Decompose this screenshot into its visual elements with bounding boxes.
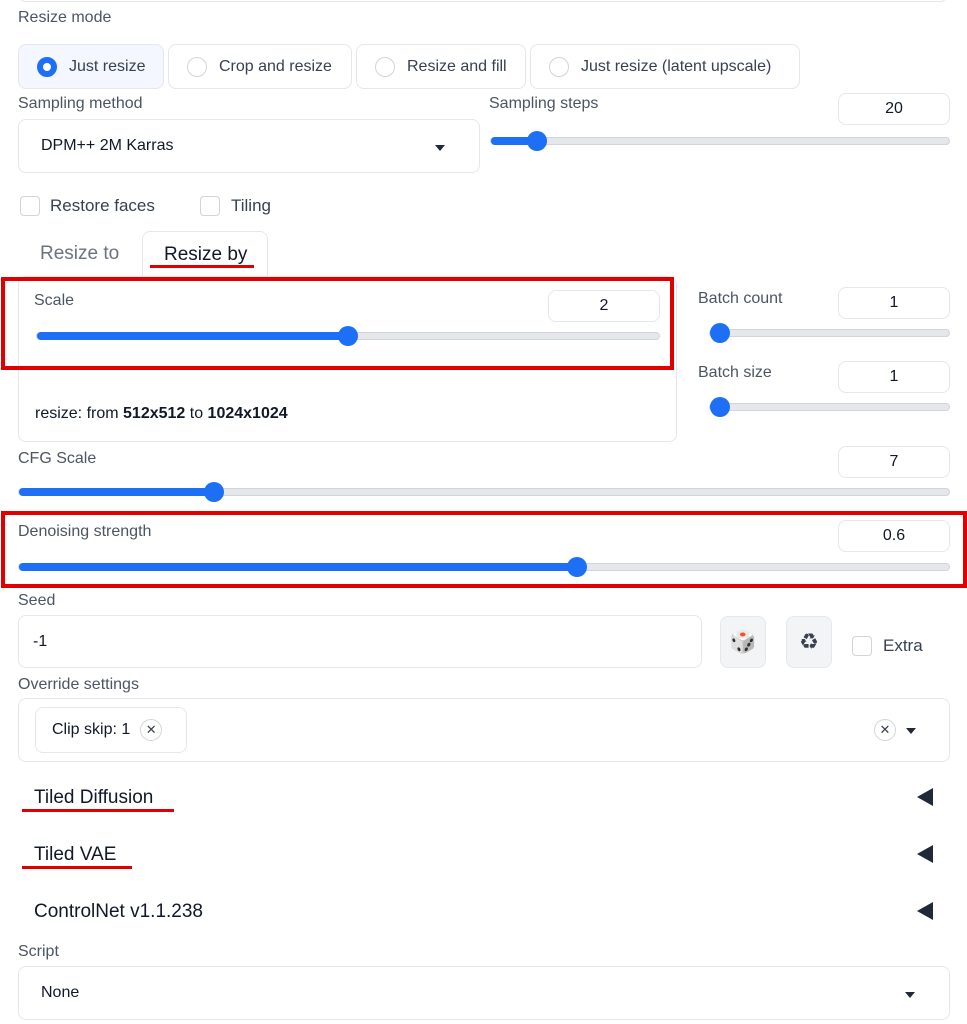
batch-size-slider[interactable] [709,397,950,417]
radio-label: Just resize [69,57,146,75]
resize-info-prefix: resize: from [35,405,124,422]
restore-faces-checkbox[interactable] [20,196,40,216]
sampling-steps-slider[interactable] [490,131,950,151]
denoising-slider[interactable] [18,557,950,577]
resize-info-text: resize: from 512x512 to 1024x1024 [35,405,288,423]
sampling-steps-input[interactable]: 20 [838,93,950,125]
clear-icon[interactable]: ✕ [874,719,896,741]
batch-count-label: Batch count [698,290,783,307]
top-cut-panel [18,0,948,2]
reuse-seed-button[interactable]: ♻ [786,616,832,668]
sampling-steps-label: Sampling steps [489,95,599,112]
collapse-triangle-icon[interactable] [917,902,933,920]
slider-fill [37,332,348,340]
resize-info-mid: to [185,405,208,422]
batch-size-label: Batch size [698,364,772,381]
restore-faces-label: Restore faces [50,196,155,215]
chevron-down-icon[interactable] [906,728,916,734]
slider-fill [19,488,215,496]
resize-mode-label: Resize mode [18,9,112,26]
resize-info-to: 1024x1024 [207,405,288,422]
extra-label: Extra [883,636,923,655]
collapse-triangle-icon[interactable] [917,788,933,806]
random-seed-button[interactable]: 🎲 [720,616,766,668]
tiling-label: Tiling [231,196,271,215]
radio-selected-icon [37,56,57,77]
batch-count-input[interactable]: 1 [838,287,950,319]
annotation-underline [22,809,174,812]
tab-resize-by-label: Resize by [164,244,248,265]
slider-thumb[interactable] [338,326,358,346]
accordion-tiled-vae[interactable]: Tiled VAE [34,844,116,866]
chevron-down-icon [905,992,915,998]
radio-crop-and-resize[interactable]: Crop and resize [168,44,352,89]
radio-label: Just resize (latent upscale) [581,57,772,75]
batch-size-input[interactable]: 1 [838,361,950,393]
override-tag-clip-skip: Clip skip: 1 ✕ [35,707,187,753]
radio-resize-and-fill[interactable]: Resize and fill [356,44,526,89]
script-value: None [41,984,80,1001]
cfg-scale-slider[interactable] [18,482,950,502]
sampling-method-select[interactable]: DPM++ 2M Karras [18,119,480,173]
radio-just-resize[interactable]: Just resize [18,44,164,89]
chevron-down-icon [435,145,445,151]
tab-resize-to[interactable]: Resize to [40,243,119,265]
override-settings-label: Override settings [18,676,139,693]
denoising-input[interactable]: 0.6 [838,520,950,552]
radio-label: Crop and resize [219,57,332,75]
dice-icon: 🎲 [729,629,757,654]
script-label: Script [18,943,59,960]
slider-thumb[interactable] [567,557,587,577]
radio-unselected-icon [187,56,207,77]
scale-slider[interactable] [36,326,660,346]
scale-label: Scale [34,292,75,309]
tiling-checkbox[interactable] [200,196,220,216]
scale-input[interactable]: 2 [548,290,660,322]
slider-fill [19,563,577,571]
radio-label: Resize and fill [407,57,507,75]
annotation-underline [22,866,132,869]
annotation-underline [150,265,254,268]
slider-thumb[interactable] [204,482,225,502]
sampling-method-label: Sampling method [18,95,143,112]
batch-count-slider[interactable] [709,323,950,343]
recycle-icon: ♻ [799,629,819,654]
slider-thumb[interactable] [526,131,547,151]
collapse-triangle-icon[interactable] [917,845,933,863]
extra-checkbox[interactable] [852,636,872,656]
cfg-scale-input[interactable]: 7 [838,446,950,478]
remove-tag-icon[interactable]: ✕ [140,719,163,741]
script-select[interactable]: None [18,966,950,1020]
seed-input[interactable]: -1 [18,615,702,668]
seed-value: -1 [33,632,48,650]
sampling-method-value: DPM++ 2M Karras [41,137,174,154]
accordion-controlnet[interactable]: ControlNet v1.1.238 [34,901,203,923]
denoising-label: Denoising strength [18,523,152,540]
tab-resize-by[interactable]: Resize by [142,231,268,277]
accordion-tiled-diffusion[interactable]: Tiled Diffusion [34,787,153,809]
slider-thumb[interactable] [710,323,730,343]
radio-unselected-icon [375,56,395,77]
seed-label: Seed [18,592,56,609]
slider-thumb[interactable] [710,397,730,417]
resize-info-from: 512x512 [123,405,186,422]
override-tag-label: Clip skip: 1 [52,721,131,738]
cfg-scale-label: CFG Scale [18,450,97,467]
radio-just-resize-latent[interactable]: Just resize (latent upscale) [530,44,800,89]
radio-unselected-icon [549,56,569,77]
